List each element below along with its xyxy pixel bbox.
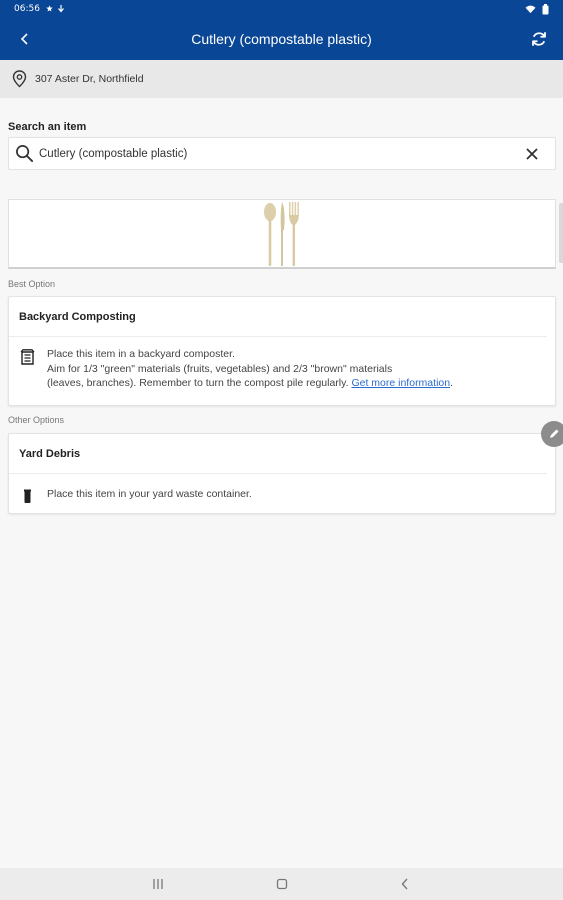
link-suffix: . <box>450 377 453 389</box>
recents-icon <box>153 879 163 889</box>
pencil-icon <box>550 429 559 438</box>
best-option-line-3-text: (leaves, branches). Remember to turn the… <box>47 377 352 389</box>
star-icon <box>46 5 53 12</box>
best-option-line-1: Place this item in a backyard composter. <box>47 348 235 360</box>
other-option-title: Yard Debris <box>9 434 547 474</box>
side-scroll-handle[interactable] <box>559 203 563 263</box>
search-icon <box>15 144 35 164</box>
page-title: Cutlery (compostable plastic) <box>191 31 372 47</box>
compost-bin-icon <box>20 349 36 391</box>
system-back-button[interactable] <box>397 876 413 892</box>
search-input[interactable] <box>39 147 509 160</box>
system-nav-bar <box>0 868 563 900</box>
close-icon <box>526 148 538 160</box>
clear-search-button[interactable] <box>523 145 541 163</box>
more-info-link[interactable]: Get more information <box>351 377 450 389</box>
chevron-left-icon <box>20 33 28 45</box>
status-left-icons <box>46 5 64 13</box>
refresh-icon <box>532 32 546 46</box>
search-box[interactable] <box>8 137 556 170</box>
address-text: 307 Aster Dr, Northfield <box>35 73 144 85</box>
cutlery-icon <box>264 202 299 266</box>
item-image <box>8 199 556 269</box>
app-bar: Cutlery (compostable plastic) <box>0 18 563 60</box>
best-option-title: Backyard Composting <box>9 297 547 337</box>
home-button[interactable] <box>274 876 290 892</box>
refresh-button[interactable] <box>527 27 551 51</box>
back-button[interactable] <box>14 28 36 50</box>
other-option-body: Place this item in your yard waste conta… <box>9 474 555 519</box>
battery-icon <box>542 3 549 14</box>
recents-button[interactable] <box>150 876 166 892</box>
home-icon <box>276 878 288 890</box>
best-option-label: Best Option <box>8 279 56 289</box>
best-option-description: Place this item in a backyard composter.… <box>47 347 453 391</box>
other-option-description: Place this item in your yard waste conta… <box>47 488 252 500</box>
best-option-line-3: (leaves, branches). Remember to turn the… <box>47 376 453 391</box>
location-pin-icon <box>12 70 28 88</box>
status-bar: 06:56 <box>0 0 563 18</box>
status-right-icons <box>525 3 549 15</box>
search-label: Search an item <box>8 121 87 133</box>
other-options-label: Other Options <box>8 415 65 425</box>
status-time: 06:56 <box>14 4 40 14</box>
download-icon <box>57 5 64 13</box>
best-option-card[interactable]: Backyard Composting Place this item in a… <box>8 296 556 406</box>
yard-waste-bin-icon <box>20 489 36 509</box>
other-option-card[interactable]: Yard Debris Place this item in your yard… <box>8 433 556 514</box>
best-option-line-2: Aim for 1/3 "green" materials (fruits, v… <box>47 362 393 375</box>
address-bar[interactable]: 307 Aster Dr, Northfield <box>0 60 563 98</box>
back-icon <box>401 878 408 890</box>
wifi-icon <box>525 5 536 13</box>
edit-button[interactable] <box>541 421 563 447</box>
best-option-body: Place this item in a backyard composter.… <box>9 337 555 401</box>
